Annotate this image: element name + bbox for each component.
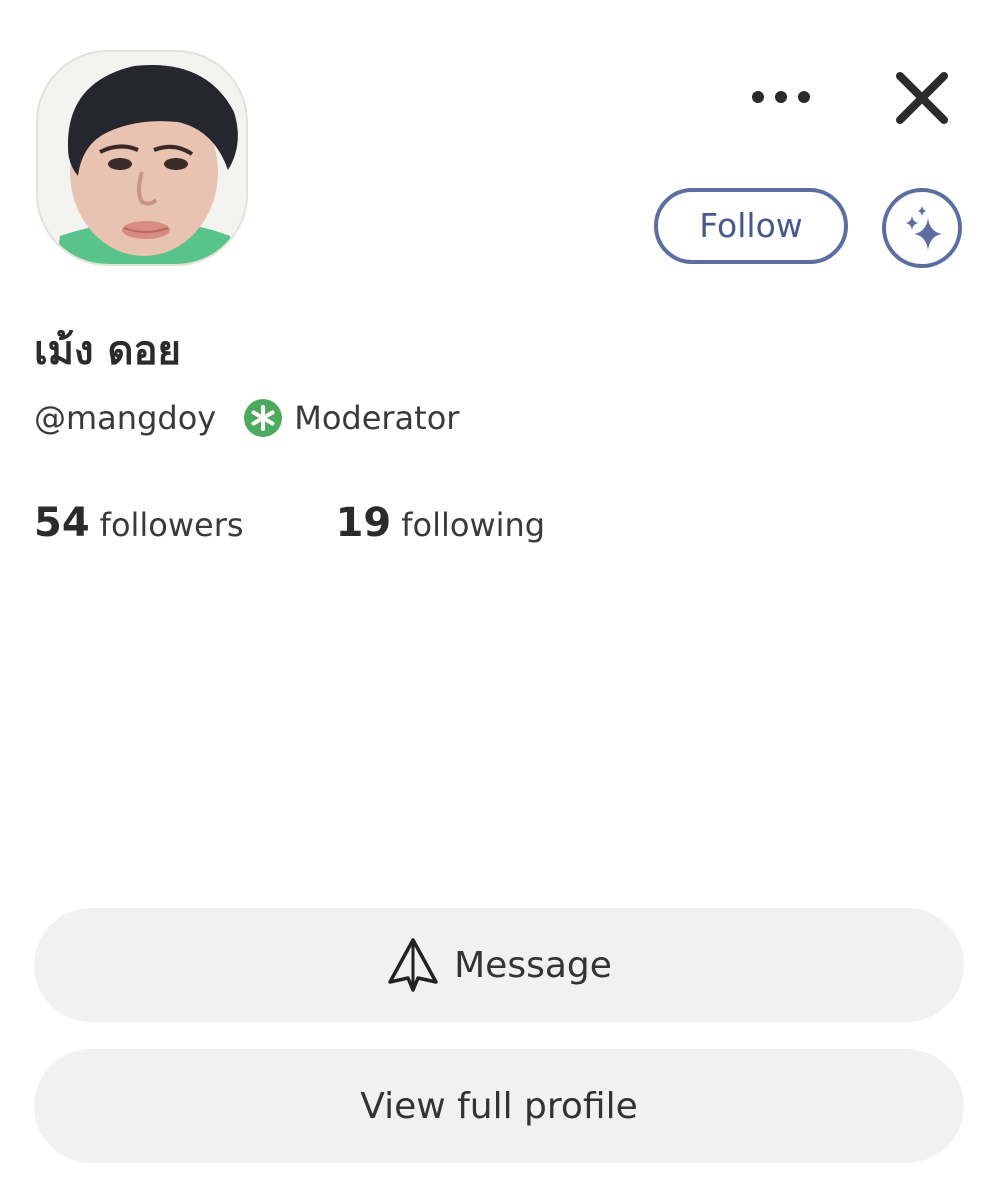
avatar-photo [38,52,246,264]
following-stat[interactable]: 19 following [336,500,546,546]
close-icon [896,72,948,124]
following-count: 19 [335,500,392,546]
followers-label: followers [99,506,244,544]
role-label: Moderator [294,399,460,437]
paper-plane-icon [388,938,438,992]
moderator-badge-icon [244,399,283,437]
sparkle-button[interactable] [882,188,962,268]
followers-count: 54 [34,500,90,546]
more-options-button[interactable] [748,72,814,122]
display-name: เม้ง ดอย [34,328,181,374]
username-handle: @mangdoy [34,399,217,437]
sparkle-icon [906,206,942,250]
stats-row: 54 followers 19 following [34,500,545,556]
view-full-profile-label: View full profile [360,1085,638,1127]
follow-button[interactable]: Follow [654,188,848,264]
message-button[interactable]: Message [34,908,964,1022]
handle-row: @mangdoy Moderator [34,396,459,440]
message-label: Message [454,944,612,986]
following-label: following [401,506,546,544]
ellipsis-icon [752,91,810,103]
profile-avatar[interactable] [36,50,248,266]
followers-stat[interactable]: 54 followers [34,500,244,546]
close-button[interactable] [892,68,952,128]
view-full-profile-button[interactable]: View full profile [34,1049,964,1163]
